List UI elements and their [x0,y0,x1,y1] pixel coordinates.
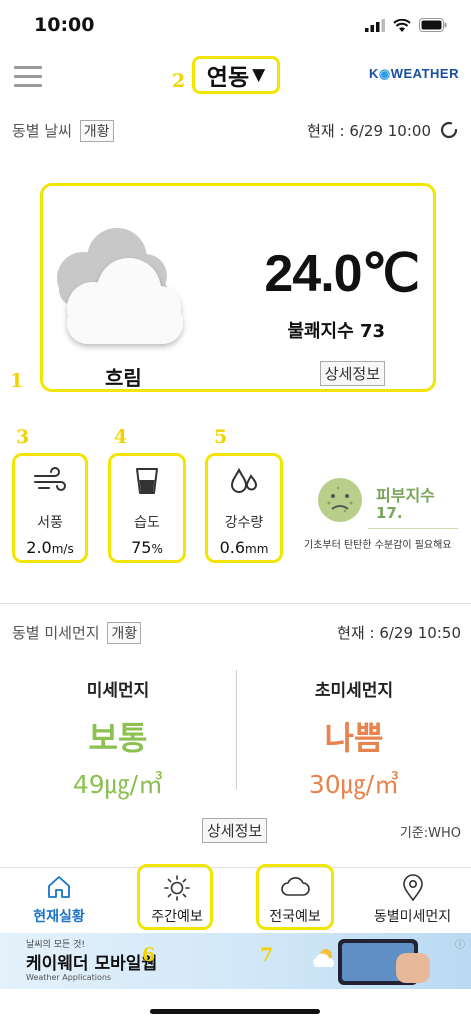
precipitation-value: 0.6mm [219,538,269,557]
location-selector[interactable]: 연동 ▼ [192,56,280,94]
tab-weekly-label: 주간예보 [151,909,203,925]
ad-hand-image [396,953,430,983]
ad-close-icon[interactable]: ⓘ [455,936,465,951]
precipitation-metric[interactable]: 강수량 0.6mm [205,453,283,563]
skin-index-description: 기초부터 탄탄한 수분감이 필요해요 [304,540,452,551]
dropdown-arrow-icon: ▼ [252,65,266,85]
menu-icon[interactable] [14,66,42,88]
weather-overview-tag[interactable]: 개황 [79,120,114,142]
dust-detail-button[interactable]: 상세정보 [202,818,268,843]
cloudy-icon [57,228,183,344]
weather-updated-time: 현재 : 6/29 10:00 [307,122,431,140]
tab-national-label: 전국예보 [269,909,321,925]
weather-section-bar: 동별 날씨 개황 현재 : 6/29 10:00 [0,110,471,150]
discomfort-index: 불쾌지수 73 [287,321,385,342]
pm10-value: 49㎍/㎥ [72,770,164,799]
ad-banner[interactable]: 날씨의 모든 것! 케이웨더 모바일웹 Weather Applications… [0,933,471,989]
annotation-3: 3 [16,426,30,448]
pm25-grade: 나쁨 [324,719,384,757]
wind-icon [34,467,66,491]
wind-speed: 2.0m/s [26,538,74,557]
ad-main-text: 케이웨더 모바일웹 [26,954,158,974]
dust-standard: 기준:WHO [399,826,461,841]
annotation-2: 2 [172,70,186,92]
battery-icon [419,18,447,32]
weather-condition: 흐림 [105,366,142,390]
tab-current-label: 현재실황 [33,909,85,925]
pm25-value: 30㎍/㎥ [308,770,400,799]
skin-face-icon [318,478,362,522]
weather-section-title: 동별 날씨 개황 [12,120,114,142]
pm10-title: 미세먼지 [86,681,150,701]
home-icon [48,876,70,898]
skin-index[interactable]: 피부지수 17. 기초부터 탄탄한 수분감이 필요해요 [304,470,464,560]
cloud-icon [281,877,310,896]
humidity-metric[interactable]: 습도 75% [108,453,186,563]
app-header: 2 연동 ▼ K◉WEATHER [0,48,471,100]
dust-overview-tag[interactable]: 개황 [107,622,142,644]
humidity-label: 습도 [134,515,160,531]
kweather-logo[interactable]: K◉WEATHER [369,66,459,82]
wind-direction: 서풍 [37,515,63,531]
dust-updated-time: 현재 : 6/29 10:50 [337,624,461,642]
ad-sub-text: Weather Applications [26,973,112,982]
skin-divider [368,528,458,529]
humidity-cup-icon [136,468,158,494]
tab-district-dust-label: 동별미세먼지 [373,909,452,925]
current-weather-card: 흐림 24.0℃ 불쾌지수 73 상세정보 [40,183,436,392]
pm10-grade: 보통 [88,719,148,757]
weather-detail-button[interactable]: 상세정보 [319,361,385,386]
refresh-icon[interactable] [437,118,461,142]
pm10-column: 미세먼지 보통 49㎍/㎥ [0,676,236,801]
pm25-title: 초미세먼지 [314,681,394,701]
humidity-value: 75% [131,538,163,557]
pm25-column: 초미세먼지 나쁨 30㎍/㎥ [236,676,471,801]
dust-section-title: 동별 미세먼지 개황 [12,622,142,644]
annotation-7: 7 [260,944,274,966]
temperature: 24.0℃ [264,245,420,303]
annotation-5: 5 [214,426,228,448]
signal-icon [365,18,385,32]
tab-national[interactable]: 전국예보 [236,868,354,934]
annotation-6: 6 [142,944,156,966]
rain-drops-icon [230,467,258,493]
wifi-icon [393,18,411,32]
location-pin-icon [402,874,423,902]
status-bar: 10:00 [0,0,471,48]
location-name: 연동 [206,65,250,91]
section-divider [0,603,471,604]
dust-section-bar: 동별 미세먼지 개황 현재 : 6/29 10:50 [0,612,471,652]
bottom-tab-bar: 현재실황 주간예보 전국예보 동별미세먼지 [0,864,471,934]
precipitation-label: 강수량 [224,515,264,531]
status-time: 10:00 [34,14,95,36]
skin-index-title: 피부지수 [376,486,435,505]
ad-cloud-icon [313,949,334,967]
skin-index-value: 17. [376,504,403,522]
status-icons [365,18,447,32]
sun-icon [164,875,190,901]
tab-district-dust[interactable]: 동별미세먼지 [354,868,471,934]
tab-current[interactable]: 현재실황 [0,868,118,934]
wind-metric[interactable]: 서풍 2.0m/s [12,453,88,563]
annotation-4: 4 [114,426,128,448]
tab-weekly[interactable]: 주간예보 [118,868,236,934]
home-indicator [150,1009,320,1014]
annotation-1: 1 [10,370,24,392]
